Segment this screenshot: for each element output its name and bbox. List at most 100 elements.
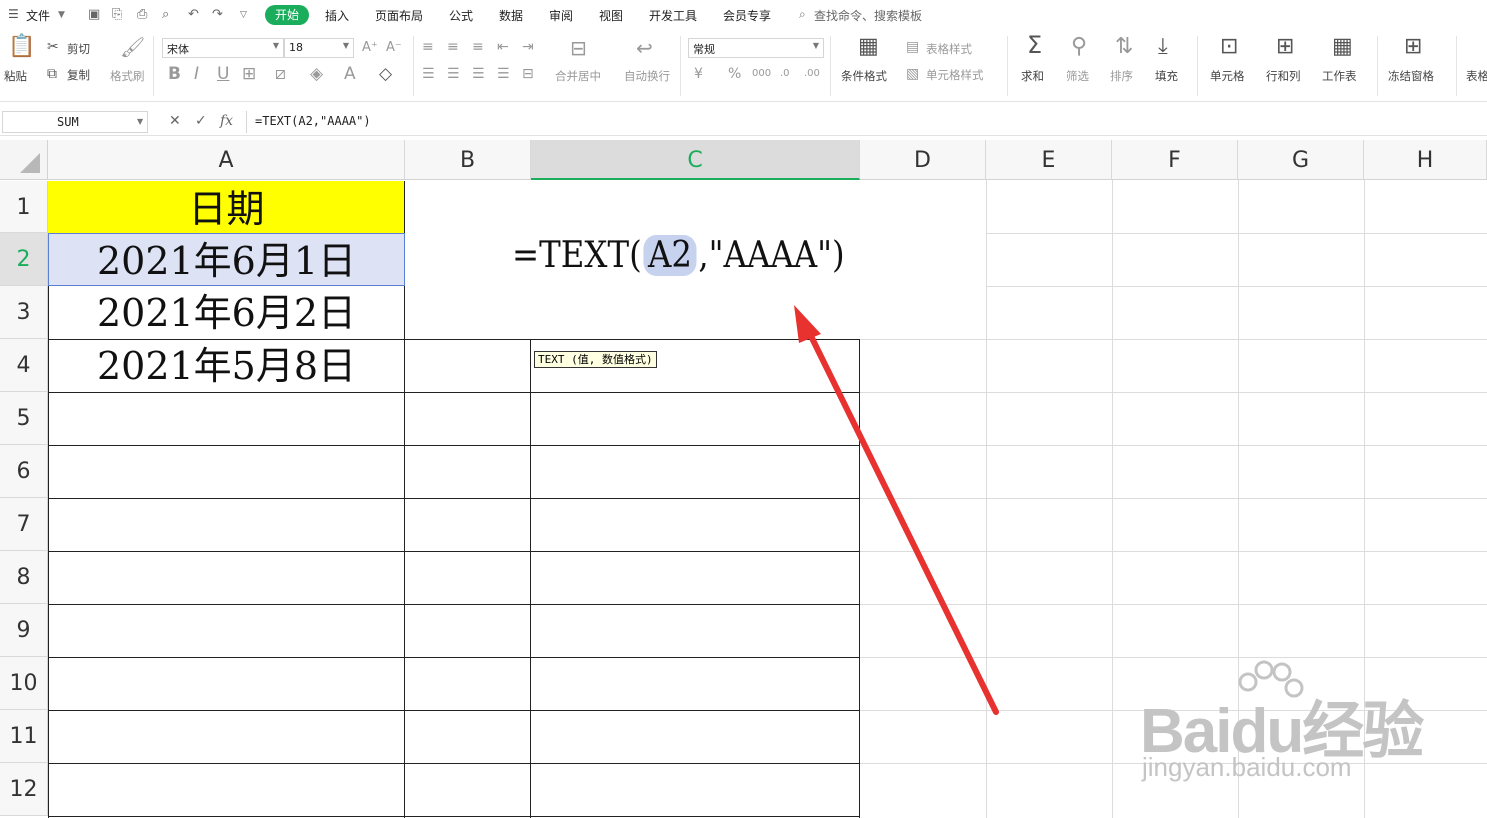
- column-header-g[interactable]: G: [1238, 140, 1364, 180]
- row-header-7[interactable]: 7: [0, 498, 48, 551]
- wrap-text-button[interactable]: 自动换行: [624, 68, 670, 84]
- conditional-format-button[interactable]: 条件格式: [841, 68, 887, 84]
- tab-page-layout[interactable]: 页面布局: [375, 7, 423, 24]
- formula-input[interactable]: =TEXT(A2,"AAAA"): [246, 111, 1486, 133]
- thousands-icon[interactable]: 000: [752, 65, 771, 83]
- row-header-12[interactable]: 12: [0, 763, 48, 816]
- chevron-down-icon[interactable]: ▼: [58, 10, 65, 20]
- cell-a4[interactable]: 2021年5月8日: [48, 339, 405, 392]
- freeze-panes-button[interactable]: 冻结窗格: [1388, 68, 1434, 84]
- border-icon[interactable]: ⊞: [242, 65, 256, 83]
- column-header-e[interactable]: E: [986, 140, 1112, 180]
- tab-developer[interactable]: 开发工具: [649, 7, 697, 24]
- row-header-6[interactable]: 6: [0, 445, 48, 498]
- merge-icon[interactable]: ⊟: [570, 38, 587, 58]
- row-header-2[interactable]: 2: [0, 233, 48, 286]
- conditional-format-icon[interactable]: ▦: [858, 36, 879, 58]
- table-tools-button[interactable]: 表格: [1466, 68, 1487, 84]
- column-header-h[interactable]: H: [1364, 140, 1487, 180]
- copy-icon[interactable]: ⧉: [47, 65, 57, 83]
- worksheet-icon[interactable]: ▦: [1332, 36, 1353, 58]
- currency-icon[interactable]: ¥: [694, 65, 703, 83]
- customize-qat-icon[interactable]: ▽: [240, 10, 247, 20]
- paste-icon[interactable]: 📋: [8, 36, 35, 58]
- font-name-select[interactable]: 宋体 ▼: [162, 38, 284, 58]
- increase-font-icon[interactable]: A⁺: [362, 39, 378, 57]
- highlight-icon[interactable]: ◈: [310, 65, 323, 83]
- bold-icon[interactable]: B: [168, 65, 181, 83]
- fx-icon[interactable]: fx: [220, 113, 233, 129]
- column-header-a[interactable]: A: [48, 140, 405, 180]
- row-header-10[interactable]: 10: [0, 657, 48, 710]
- redo-icon[interactable]: ↷: [212, 7, 223, 22]
- align-right-icon[interactable]: ☰: [472, 65, 485, 83]
- sort-button[interactable]: 排序: [1110, 68, 1133, 84]
- save-icon[interactable]: ▣: [88, 7, 100, 22]
- percent-icon[interactable]: %: [728, 65, 741, 83]
- cell-editor-c2[interactable]: =TEXT(A2 ,"AAAA"): [512, 235, 845, 276]
- column-header-f[interactable]: F: [1112, 140, 1238, 180]
- cancel-icon[interactable]: ✕: [169, 113, 181, 129]
- cell-a2[interactable]: 2021年6月1日: [48, 233, 405, 286]
- underline-icon[interactable]: U: [217, 65, 229, 83]
- undo-icon[interactable]: ↶: [188, 7, 199, 22]
- paste-button[interactable]: 粘贴: [4, 68, 27, 84]
- italic-icon[interactable]: I: [194, 65, 199, 83]
- command-search[interactable]: 查找命令、搜索模板: [814, 7, 922, 24]
- tab-member[interactable]: 会员专享: [723, 7, 771, 24]
- row-header-8[interactable]: 8: [0, 551, 48, 604]
- tab-home[interactable]: 开始: [265, 5, 309, 25]
- tab-view[interactable]: 视图: [599, 7, 623, 24]
- cells-icon[interactable]: ⊡: [1220, 36, 1238, 58]
- align-left-icon[interactable]: ☰: [422, 65, 435, 83]
- copy-button[interactable]: 复制: [67, 67, 90, 83]
- tab-insert[interactable]: 插入: [325, 7, 349, 24]
- column-header-d[interactable]: D: [860, 140, 986, 180]
- number-format-select[interactable]: 常规 ▼: [688, 38, 824, 58]
- align-center-icon[interactable]: ☰: [447, 65, 460, 83]
- font-size-select[interactable]: 18 ▼: [284, 38, 354, 58]
- rows-cols-button[interactable]: 行和列: [1266, 68, 1301, 84]
- select-all-corner[interactable]: [0, 140, 48, 180]
- scissors-icon[interactable]: ✂: [47, 38, 59, 56]
- wrap-text-icon[interactable]: ↩: [636, 38, 653, 58]
- search-icon[interactable]: ⌕: [799, 7, 806, 22]
- cell-a3[interactable]: 2021年6月2日: [48, 286, 405, 339]
- chevron-down-icon[interactable]: ▼: [137, 117, 143, 126]
- filter-icon[interactable]: ⚲: [1071, 36, 1087, 58]
- table-style-button[interactable]: 表格样式: [926, 41, 972, 57]
- worksheet-button[interactable]: 工作表: [1322, 68, 1357, 84]
- tab-data[interactable]: 数据: [499, 7, 523, 24]
- format-painter-button[interactable]: 格式刷: [110, 68, 145, 84]
- row-header-3[interactable]: 3: [0, 286, 48, 339]
- filter-button[interactable]: 筛选: [1066, 68, 1089, 84]
- sort-icon[interactable]: ⇅: [1115, 36, 1133, 58]
- cell-a1[interactable]: 日期: [48, 181, 405, 233]
- fill-icon[interactable]: ⤓: [1158, 36, 1168, 58]
- confirm-icon[interactable]: ✓: [195, 113, 207, 129]
- row-header-9[interactable]: 9: [0, 604, 48, 657]
- cell-style-icon[interactable]: ▧: [906, 65, 919, 83]
- format-painter-icon[interactable]: 🖌: [120, 37, 145, 57]
- column-header-c[interactable]: C: [531, 140, 860, 180]
- column-header-b[interactable]: B: [405, 140, 531, 180]
- cell-style-button[interactable]: 单元格样式: [926, 67, 984, 83]
- export-icon[interactable]: ⎘: [112, 7, 122, 22]
- increase-decimal-icon[interactable]: .0: [780, 65, 790, 83]
- sum-button[interactable]: 求和: [1021, 68, 1044, 84]
- tab-formulas[interactable]: 公式: [449, 7, 473, 24]
- cut-button[interactable]: 剪切: [67, 41, 90, 57]
- print-preview-icon[interactable]: ⌕: [162, 7, 169, 22]
- table-style-icon[interactable]: ▤: [906, 38, 919, 56]
- rows-cols-icon[interactable]: ⊞: [1276, 36, 1294, 58]
- align-middle-icon[interactable]: ≡: [447, 38, 459, 56]
- file-menu[interactable]: 文件: [26, 7, 50, 24]
- align-bottom-icon[interactable]: ≡: [472, 38, 484, 56]
- font-color-icon[interactable]: A: [344, 65, 356, 83]
- indent-increase-icon[interactable]: ⇥: [522, 38, 534, 56]
- fill-color-icon[interactable]: ⧄: [275, 65, 286, 83]
- decrease-decimal-icon[interactable]: .00: [804, 65, 820, 83]
- merge-center-button[interactable]: 合并居中: [555, 68, 601, 84]
- print-icon[interactable]: ⎙: [137, 7, 147, 22]
- justify-icon[interactable]: ☰: [497, 65, 510, 83]
